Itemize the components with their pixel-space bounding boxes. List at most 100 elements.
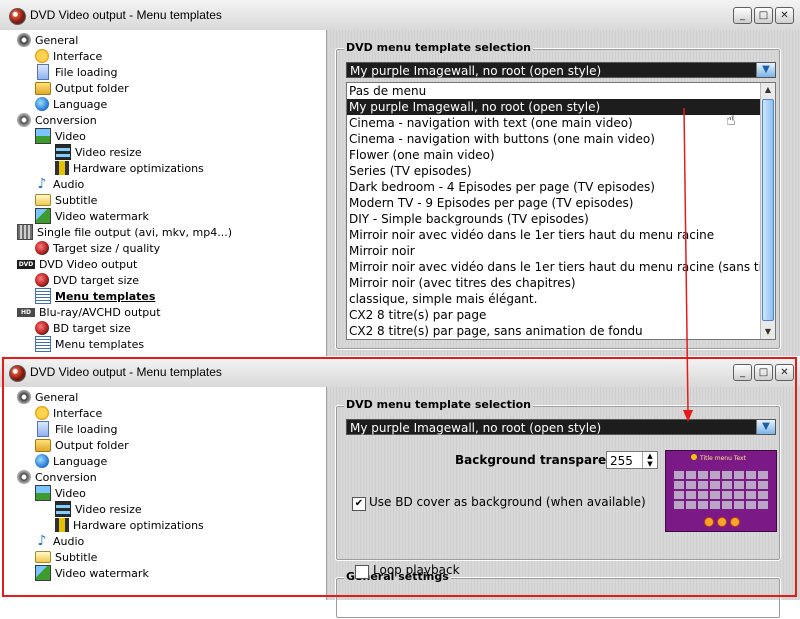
chevron-down-icon[interactable]: ▼ [756, 63, 775, 77]
hand-cursor-icon: ☝ [726, 110, 736, 129]
film-icon [55, 144, 71, 160]
globe-icon [35, 97, 49, 111]
gear-icon [17, 33, 31, 47]
folder-icon [35, 438, 51, 452]
tree-item-output-folder[interactable]: Output folder [35, 437, 129, 453]
template-select[interactable]: My purple Imagewall, no root (open style… [346, 419, 776, 435]
scroll-down-icon[interactable]: ▼ [761, 325, 775, 339]
minimize-button[interactable]: _ [733, 364, 752, 381]
use-bd-cover-checkbox[interactable]: ✔ [352, 497, 366, 511]
tree-item-video[interactable]: Video [35, 485, 86, 501]
dropdown-option[interactable]: Mirroir noir [347, 243, 775, 259]
subtitle-icon [35, 194, 51, 206]
page-icon [37, 421, 49, 437]
dropdown-option[interactable]: CX2 8 titre(s) par page, sans animation … [347, 323, 775, 339]
dropdown-option[interactable]: Modern TV - 9 Episodes per page (TV epis… [347, 195, 775, 211]
dropdown-scrollbar[interactable]: ▲ ▼ [760, 83, 775, 339]
dropdown-option[interactable]: Mirroir noir avec vidéo dans le 1er tier… [347, 227, 775, 243]
title-bar[interactable]: DVD Video output - Menu templates _ □ ✕ [0, 0, 800, 31]
template-select-value: My purple Imagewall, no root (open style… [350, 64, 602, 78]
dropdown-option[interactable]: Mirroir noir avec vidéo dans le 1er tier… [347, 259, 775, 275]
background-transparency-stepper[interactable]: 255 ▲ ▼ [606, 451, 658, 469]
tree-item-bd-menu-templates[interactable]: Menu templates [35, 336, 144, 352]
tree-item-dvd-video-output[interactable]: DVD DVD Video output [17, 256, 137, 272]
tree-item-conversion[interactable]: Conversion [17, 112, 97, 128]
menu-icon [35, 336, 51, 352]
use-bd-cover-label: Use BD cover as background (when availab… [369, 495, 646, 509]
picture-icon [35, 565, 51, 581]
scroll-up-icon[interactable]: ▲ [761, 83, 775, 97]
tree-item-file-loading[interactable]: File loading [35, 421, 117, 437]
tree-item-language[interactable]: Language [35, 453, 107, 469]
tree-item-subtitle[interactable]: Subtitle [35, 192, 97, 208]
dropdown-option[interactable]: Flower (one main video) [347, 147, 775, 163]
dropdown-option[interactable]: Dark bedroom - 4 Episodes per page (TV e… [347, 179, 775, 195]
tree-item-hardware-optimizations[interactable]: Hardware optimizations [55, 517, 204, 533]
target-icon [35, 241, 49, 255]
dvd-icon: DVD [17, 259, 35, 269]
dropdown-option[interactable]: Cinema - navigation with buttons (one ma… [347, 131, 775, 147]
tree-item-target-size-quality[interactable]: Target size / quality [35, 240, 160, 256]
preview-button-icon [717, 517, 727, 527]
dropdown-option[interactable]: Pas de menu [347, 83, 775, 99]
tree-item-subtitle[interactable]: Subtitle [35, 549, 97, 565]
tree-item-file-loading[interactable]: File loading [35, 64, 117, 80]
dropdown-option[interactable]: Series (TV episodes) [347, 163, 775, 179]
video-icon [35, 485, 51, 501]
gear-icon [17, 113, 31, 127]
folder-icon [35, 81, 51, 95]
template-group-label: DVD menu template selection [344, 398, 533, 411]
tree-item-conversion[interactable]: Conversion [17, 469, 97, 485]
tree-item-video-resize[interactable]: Video resize [55, 144, 142, 160]
title-bar[interactable]: DVD Video output - Menu templates _ □ ✕ [0, 357, 800, 388]
chevron-down-icon[interactable]: ▼ [756, 420, 775, 434]
tree-item-dvd-target-size[interactable]: DVD target size [35, 272, 139, 288]
tree-item-dvd-menu-templates[interactable]: Menu templates [35, 288, 155, 304]
background-transparency-label: Background transparency [455, 453, 630, 467]
tree-item-single-file-output[interactable]: Single file output (avi, mkv, mp4...) [17, 224, 232, 240]
tree-item-video-resize[interactable]: Video resize [55, 501, 142, 517]
chip-icon [55, 161, 69, 175]
dropdown-option[interactable]: classique, simple mais élégant. [347, 291, 775, 307]
template-select[interactable]: My purple Imagewall, no root (open style… [346, 62, 776, 78]
stepper-arrows-icon[interactable]: ▲ ▼ [642, 452, 657, 468]
tree-item-general[interactable]: General [17, 32, 78, 48]
tree-item-audio[interactable]: ♪ Audio [35, 533, 85, 549]
tree-item-bd-target-size[interactable]: BD target size [35, 320, 131, 336]
tree-item-language[interactable]: Language [35, 96, 107, 112]
dropdown-option[interactable]: Cinema - navigation with text (one main … [347, 115, 775, 131]
scrollbar-thumb[interactable] [762, 99, 774, 321]
globe-icon [35, 454, 49, 468]
loop-playback-checkbox[interactable] [355, 565, 369, 579]
close-button[interactable]: ✕ [775, 364, 794, 381]
music-note-icon: ♪ [37, 176, 47, 192]
template-dropdown-list[interactable]: Pas de menu My purple Imagewall, no root… [346, 82, 776, 340]
smiley-icon [35, 49, 49, 63]
tree-item-interface[interactable]: Interface [35, 405, 102, 421]
film-icon [55, 501, 71, 517]
dropdown-option[interactable]: CX2 8 titre(s) par page [347, 307, 775, 323]
tree-item-general[interactable]: General [17, 389, 78, 405]
gear-icon [17, 470, 31, 484]
tree-item-video-watermark[interactable]: Video watermark [35, 208, 149, 224]
settings-tree: General Interface File loading Output fo… [0, 387, 327, 600]
tree-item-bluray-output[interactable]: HD Blu-ray/AVCHD output [17, 304, 161, 320]
tree-item-video-watermark[interactable]: Video watermark [35, 565, 149, 581]
general-settings-group: General settings [335, 570, 781, 619]
preview-button-icon [704, 517, 714, 527]
tree-item-audio[interactable]: ♪ Audio [35, 176, 85, 192]
dropdown-option[interactable]: Mirroir noir (avec titres des chapitres) [347, 275, 775, 291]
maximize-button[interactable]: □ [754, 7, 773, 24]
maximize-button[interactable]: □ [754, 364, 773, 381]
tree-item-video[interactable]: Video [35, 128, 86, 144]
dropdown-option-selected[interactable]: My purple Imagewall, no root (open style… [347, 99, 775, 115]
preview-thumbnail-grid [674, 469, 768, 509]
minimize-button[interactable]: _ [733, 7, 752, 24]
smiley-icon [35, 406, 49, 420]
tree-item-interface[interactable]: Interface [35, 48, 102, 64]
close-button[interactable]: ✕ [775, 7, 794, 24]
tree-item-hardware-optimizations[interactable]: Hardware optimizations [55, 160, 204, 176]
tree-item-output-folder[interactable]: Output folder [35, 80, 129, 96]
gear-icon [17, 390, 31, 404]
dropdown-option[interactable]: DIY - Simple backgrounds (TV episodes) [347, 211, 775, 227]
